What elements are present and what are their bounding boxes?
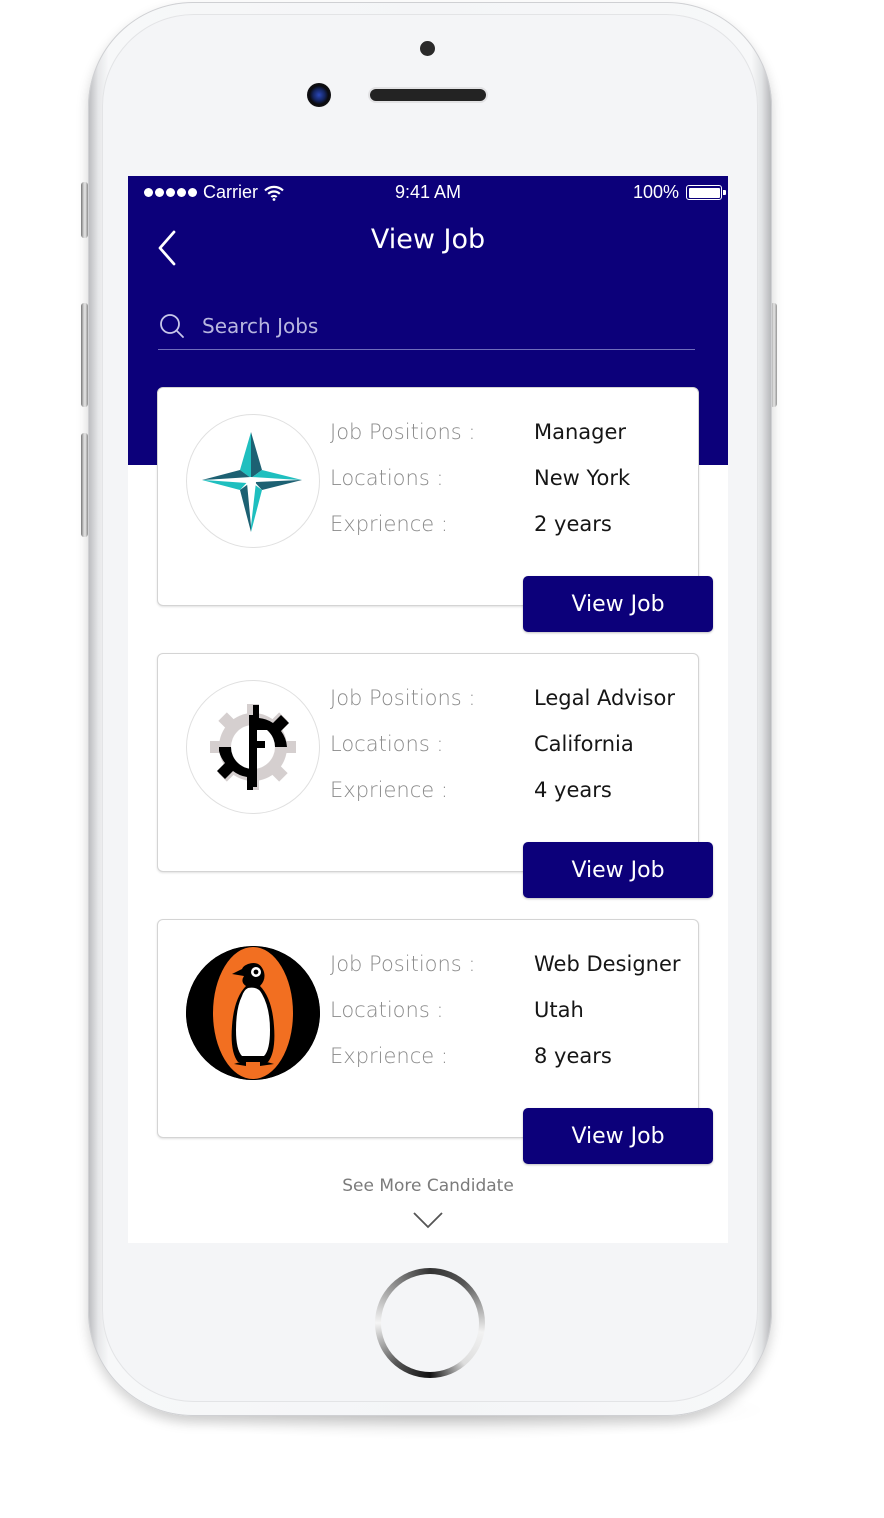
- company-logo-gear: [186, 680, 320, 814]
- chevron-down-icon[interactable]: [412, 1210, 444, 1230]
- mute-switch: [81, 182, 88, 238]
- see-more-link[interactable]: See More Candidate: [128, 1176, 728, 1196]
- earpiece-speaker: [370, 89, 486, 101]
- position-value: Manager: [534, 420, 627, 444]
- position-value: Web Designer: [534, 952, 681, 976]
- experience-value: 2 years: [534, 512, 612, 536]
- front-camera: [307, 83, 331, 107]
- job-card: Job Positions : Manager Locations : New Yo…: [157, 387, 713, 632]
- location-value: New York: [534, 466, 631, 490]
- location-value: Utah: [534, 998, 584, 1022]
- company-logo-star: [186, 414, 320, 548]
- status-bar: Carrier 9:41 AM 100%: [128, 176, 728, 210]
- experience-label: Exprience :: [330, 512, 448, 536]
- position-label: Job Positions :: [330, 686, 476, 710]
- search-input[interactable]: [202, 313, 662, 338]
- position-label: Job Positions :: [330, 952, 476, 976]
- job-card: Job Positions : Web Designer Locations : U…: [157, 919, 713, 1164]
- proximity-sensor: [420, 41, 435, 56]
- position-label: Job Positions :: [330, 420, 476, 444]
- company-logo-penguin: [186, 946, 320, 1080]
- volume-down-button: [81, 433, 88, 537]
- penguin-logo-icon: [186, 946, 320, 1080]
- app-screen: Carrier 9:41 AM 100% View Job Search Job…: [128, 176, 728, 1243]
- location-value: California: [534, 732, 634, 756]
- volume-up-button: [81, 303, 88, 407]
- search-bar[interactable]: [158, 302, 695, 350]
- teal-star-logo-icon: [202, 432, 302, 532]
- location-label: Locations :: [330, 998, 444, 1022]
- location-label: Locations :: [330, 732, 444, 756]
- search-icon: [160, 313, 184, 338]
- experience-label: Exprience :: [330, 1044, 448, 1068]
- view-job-button[interactable]: View Job: [523, 842, 713, 898]
- home-button[interactable]: [375, 1268, 485, 1378]
- view-job-button[interactable]: View Job: [523, 576, 713, 632]
- view-job-button[interactable]: View Job: [523, 1108, 713, 1164]
- battery-percent: 100%: [632, 182, 679, 202]
- experience-label: Exprience :: [330, 778, 448, 802]
- experience-value: 8 years: [534, 1044, 612, 1068]
- location-label: Locations :: [330, 466, 444, 490]
- battery-icon: [686, 185, 726, 200]
- experience-value: 4 years: [534, 778, 612, 802]
- position-value: Legal Advisor: [534, 686, 675, 710]
- gear-f-logo-icon: [210, 704, 296, 790]
- job-card: Job Positions : Legal Advisor Locations :…: [157, 653, 713, 898]
- page-title: View Job: [370, 224, 486, 255]
